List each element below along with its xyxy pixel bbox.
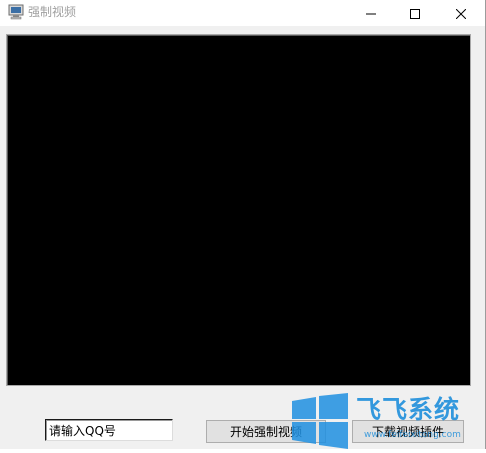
- maximize-button[interactable]: [392, 0, 438, 26]
- download-video-plugin-button[interactable]: 下载视频插件: [352, 420, 464, 443]
- start-forced-video-button[interactable]: 开始强制视频: [206, 420, 326, 443]
- computer-monitor-icon: [8, 4, 24, 20]
- video-display-area: [6, 34, 471, 386]
- app-window: 强制视频 开始强制视频 下载视频插件: [0, 0, 486, 449]
- close-button[interactable]: [438, 0, 484, 26]
- close-icon: [455, 4, 467, 23]
- minimize-icon: [366, 4, 376, 23]
- title-bar[interactable]: 强制视频: [0, 0, 485, 26]
- window-title: 强制视频: [28, 5, 77, 19]
- qq-number-input[interactable]: [45, 419, 173, 441]
- minimize-button[interactable]: [348, 0, 394, 26]
- maximize-icon: [410, 4, 420, 23]
